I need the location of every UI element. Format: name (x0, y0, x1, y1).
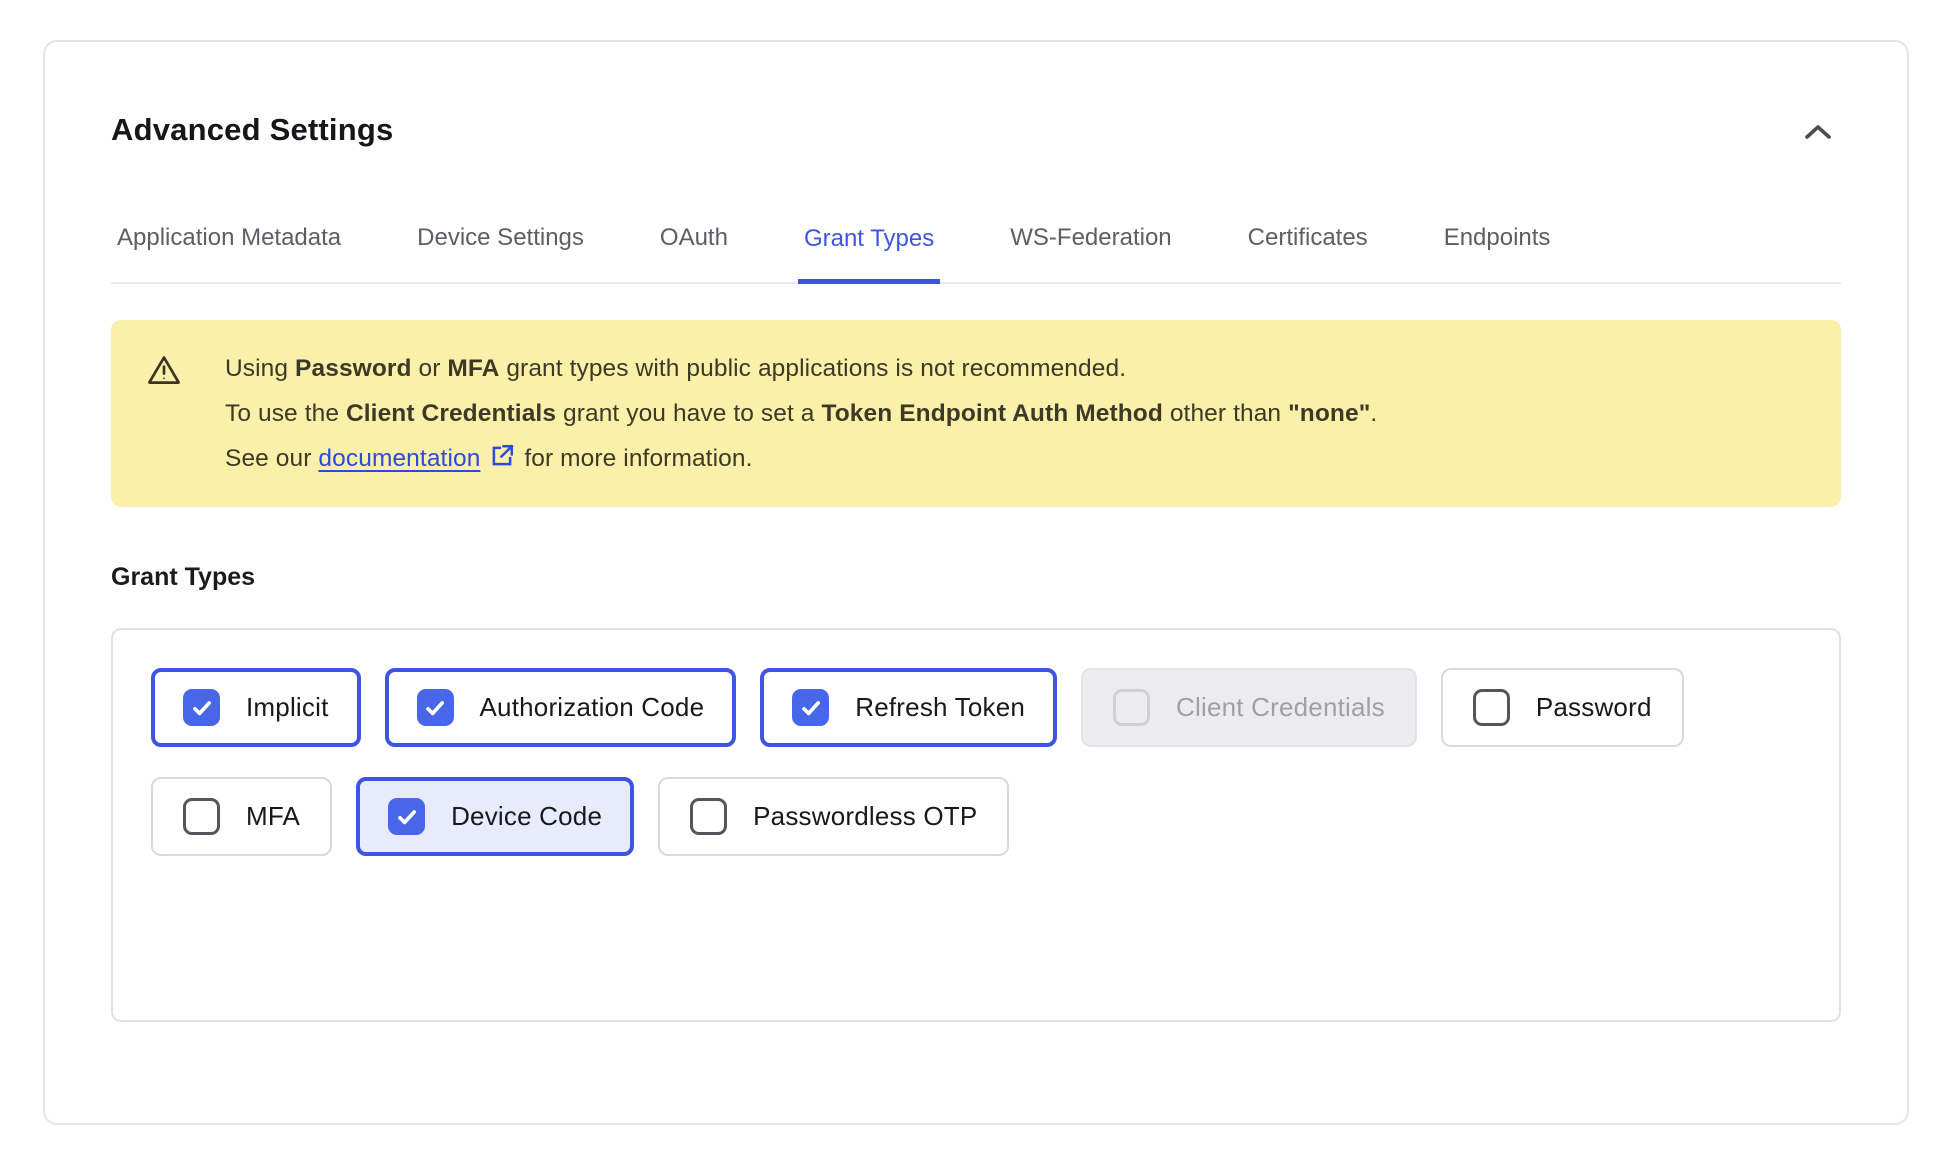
tab-grant-types[interactable]: Grant Types (798, 224, 940, 284)
grant-type-authorization-code[interactable]: Authorization Code (385, 668, 737, 747)
grant-type-row: MFA Device Code Passwordless OTP (151, 777, 1801, 856)
checkbox-unchecked-icon[interactable] (1473, 689, 1510, 726)
warning-text: . (1370, 400, 1377, 427)
warning-text: "none" (1288, 400, 1370, 427)
grant-type-row: Implicit Authorization Code Refresh Token C… (151, 668, 1801, 747)
grant-type-label: Device Code (451, 801, 602, 832)
checkbox-unchecked-icon (1113, 689, 1150, 726)
checkbox-checked-icon[interactable] (183, 689, 220, 726)
warning-triangle-icon (147, 353, 181, 387)
warning-text: or (412, 355, 448, 382)
grant-type-implicit[interactable]: Implicit (151, 668, 361, 747)
chevron-up-icon[interactable] (1799, 120, 1837, 147)
checkbox-checked-icon[interactable] (417, 689, 454, 726)
warning-text: Using (225, 355, 295, 382)
warning-text: Client Credentials (346, 400, 556, 427)
grant-type-label: Passwordless OTP (753, 801, 977, 832)
warning-text: To use the (225, 400, 346, 427)
tab-application-metadata[interactable]: Application Metadata (111, 224, 347, 282)
grant-type-label: Password (1536, 692, 1652, 723)
checkbox-checked-icon[interactable] (388, 798, 425, 835)
page-title: Advanced Settings (111, 108, 393, 152)
warning-line: See our documentation for more informati… (225, 436, 1377, 481)
warning-text: other than (1163, 400, 1288, 427)
tab-endpoints[interactable]: Endpoints (1438, 224, 1557, 282)
checkbox-unchecked-icon[interactable] (690, 798, 727, 835)
documentation-link[interactable]: documentation (318, 445, 480, 472)
grant-type-label: Refresh Token (855, 692, 1025, 723)
tab-bar: Application Metadata Device Settings OAuth… (111, 224, 1841, 284)
panel-header: Advanced Settings (111, 108, 1841, 152)
tab-ws-federation[interactable]: WS-Federation (1004, 224, 1177, 282)
grant-type-label: Authorization Code (480, 692, 705, 723)
checkbox-unchecked-icon[interactable] (183, 798, 220, 835)
warning-text: grant you have to set a (556, 400, 821, 427)
warning-text: MFA (447, 355, 499, 382)
grant-type-client-credentials: Client Credentials (1081, 668, 1417, 747)
warning-text: See our (225, 445, 318, 472)
warning-text: for more information. (517, 445, 752, 472)
grant-types-heading: Grant Types (111, 563, 1841, 592)
warning-banner: Using Password or MFA grant types with p… (111, 320, 1841, 507)
warning-line: To use the Client Credentials grant you … (225, 391, 1377, 436)
grant-type-label: Implicit (246, 692, 329, 723)
tab-oauth[interactable]: OAuth (654, 224, 734, 282)
advanced-settings-panel: Advanced Settings Application Metadata De… (43, 40, 1909, 1125)
warning-line: Using Password or MFA grant types with p… (225, 346, 1377, 391)
warning-lines: Using Password or MFA grant types with p… (225, 346, 1377, 481)
grant-type-refresh-token[interactable]: Refresh Token (760, 668, 1057, 747)
grant-type-device-code[interactable]: Device Code (356, 777, 634, 856)
warning-text: Password (295, 355, 412, 382)
checkbox-checked-icon[interactable] (792, 689, 829, 726)
grant-type-password[interactable]: Password (1441, 668, 1684, 747)
grant-type-rows: Implicit Authorization Code Refresh Token C… (111, 628, 1841, 1022)
warning-text: grant types with public applications is … (499, 355, 1126, 382)
grant-type-label: Client Credentials (1176, 692, 1385, 723)
grant-type-passwordless-otp[interactable]: Passwordless OTP (658, 777, 1009, 856)
tab-device-settings[interactable]: Device Settings (411, 224, 590, 282)
warning-text: Token Endpoint Auth Method (821, 400, 1162, 427)
tab-certificates[interactable]: Certificates (1242, 224, 1374, 282)
external-link-icon[interactable] (489, 443, 515, 469)
grant-type-mfa[interactable]: MFA (151, 777, 332, 856)
grant-type-label: MFA (246, 801, 300, 832)
